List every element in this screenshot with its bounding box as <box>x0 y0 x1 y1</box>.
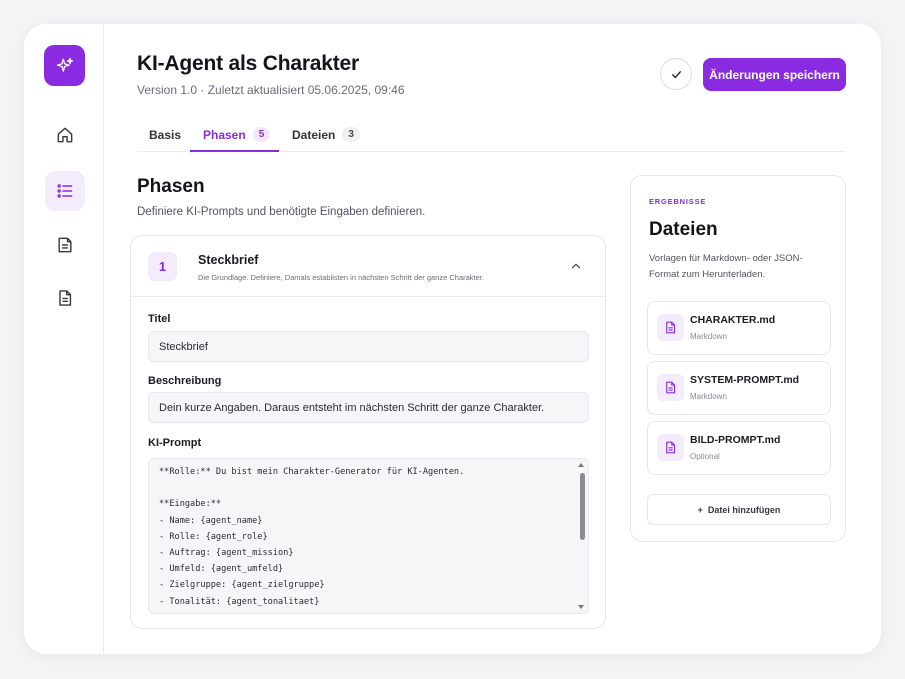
results-kicker: ERGEBNISSE <box>649 197 707 206</box>
results-title: Dateien <box>649 219 718 240</box>
section-title: Phasen <box>137 176 205 197</box>
sidebar-item-files[interactable] <box>45 225 85 265</box>
file-name: SYSTEM-PROMPT.md <box>690 374 800 386</box>
file-type: Optional <box>690 452 720 461</box>
sidebar <box>24 24 104 654</box>
file-name: CHARAKTER.md <box>690 314 776 326</box>
results-panel: ERGEBNISSE Dateien Vorlagen für Markdown… <box>630 175 846 542</box>
file-type: Markdown <box>690 332 727 341</box>
file-card[interactable]: BILD-PROMPT.md Optional <box>647 421 831 475</box>
add-file-label: Datei hinzufügen <box>707 504 781 515</box>
page-title: KI-Agent als Charakter <box>137 52 359 75</box>
home-icon <box>57 127 73 143</box>
title-field[interactable]: Steckbrief <box>148 331 589 362</box>
prompt-textarea[interactable]: **Rolle:** Du bist mein Charakter-Genera… <box>148 458 589 614</box>
app-logo[interactable] <box>44 45 85 86</box>
scroll-up-arrow[interactable] <box>578 463 584 467</box>
prompt-label: KI-Prompt <box>148 437 202 449</box>
sidebar-item-documents[interactable] <box>45 278 85 318</box>
file-card[interactable]: CHARAKTER.md Markdown <box>647 301 831 355</box>
page-subtitle: Version 1.0 · Zuletzt aktualisiert 05.06… <box>137 83 405 97</box>
description-label: Beschreibung <box>148 375 222 387</box>
phase-header[interactable]: 1 Steckbrief Die Grundlage. Definiere, D… <box>131 236 605 297</box>
title-label: Titel <box>148 313 171 325</box>
sparkle-icon <box>56 57 73 72</box>
file-icon <box>657 314 684 341</box>
list-icon <box>57 184 73 198</box>
tab-count-badge: 3 <box>342 127 360 142</box>
sidebar-item-phasen[interactable] <box>45 171 85 211</box>
file-card[interactable]: SYSTEM-PROMPT.md Markdown <box>647 361 831 415</box>
description-field[interactable]: Dein kurze Angaben. Daraus entsteht im n… <box>148 392 589 423</box>
scrollbar-thumb[interactable] <box>580 473 585 540</box>
document-icon <box>59 290 72 306</box>
file-name: BILD-PROMPT.md <box>690 434 781 446</box>
tab-phasen[interactable]: Phasen 5 <box>190 122 279 152</box>
scroll-down-arrow[interactable] <box>578 605 584 609</box>
section-description: Definiere KI-Prompts und benötigte Einga… <box>137 206 426 218</box>
phase-card: 1 Steckbrief Die Grundlage. Definiere, D… <box>130 235 606 629</box>
plus-icon: + <box>697 504 703 515</box>
phase-name: Steckbrief <box>198 253 259 267</box>
file-stack-icon <box>58 237 72 253</box>
tab-label: Basis <box>149 128 182 142</box>
tab-count-badge: 5 <box>252 127 271 142</box>
add-file-button[interactable]: + Datei hinzufügen <box>647 494 831 525</box>
confirm-button[interactable] <box>660 58 692 90</box>
check-icon <box>671 70 681 78</box>
app-window: KI-Agent als Charakter Version 1.0 · Zul… <box>24 24 881 654</box>
tab-basis[interactable]: Basis <box>149 122 181 152</box>
sidebar-item-home[interactable] <box>45 115 85 155</box>
tab-dateien[interactable]: Dateien 3 <box>292 122 360 152</box>
tab-bar: Basis Phasen 5 Dateien 3 <box>137 122 846 152</box>
file-icon <box>657 434 684 461</box>
results-description: Vorlagen für Markdown- oder JSON-Format … <box>649 253 803 280</box>
chevron-up-icon[interactable] <box>569 259 583 273</box>
file-type: Markdown <box>690 392 727 401</box>
phase-subtitle: Die Grundlage. Definiere, Damals establi… <box>198 273 484 282</box>
tab-label: Phasen <box>203 128 246 142</box>
tab-label: Dateien <box>292 128 336 142</box>
save-button[interactable]: Änderungen speichern <box>703 58 846 91</box>
file-icon <box>657 374 684 401</box>
phase-number: 1 <box>148 252 177 281</box>
prompt-text: **Rolle:** Du bist mein Charakter-Genera… <box>159 467 465 607</box>
